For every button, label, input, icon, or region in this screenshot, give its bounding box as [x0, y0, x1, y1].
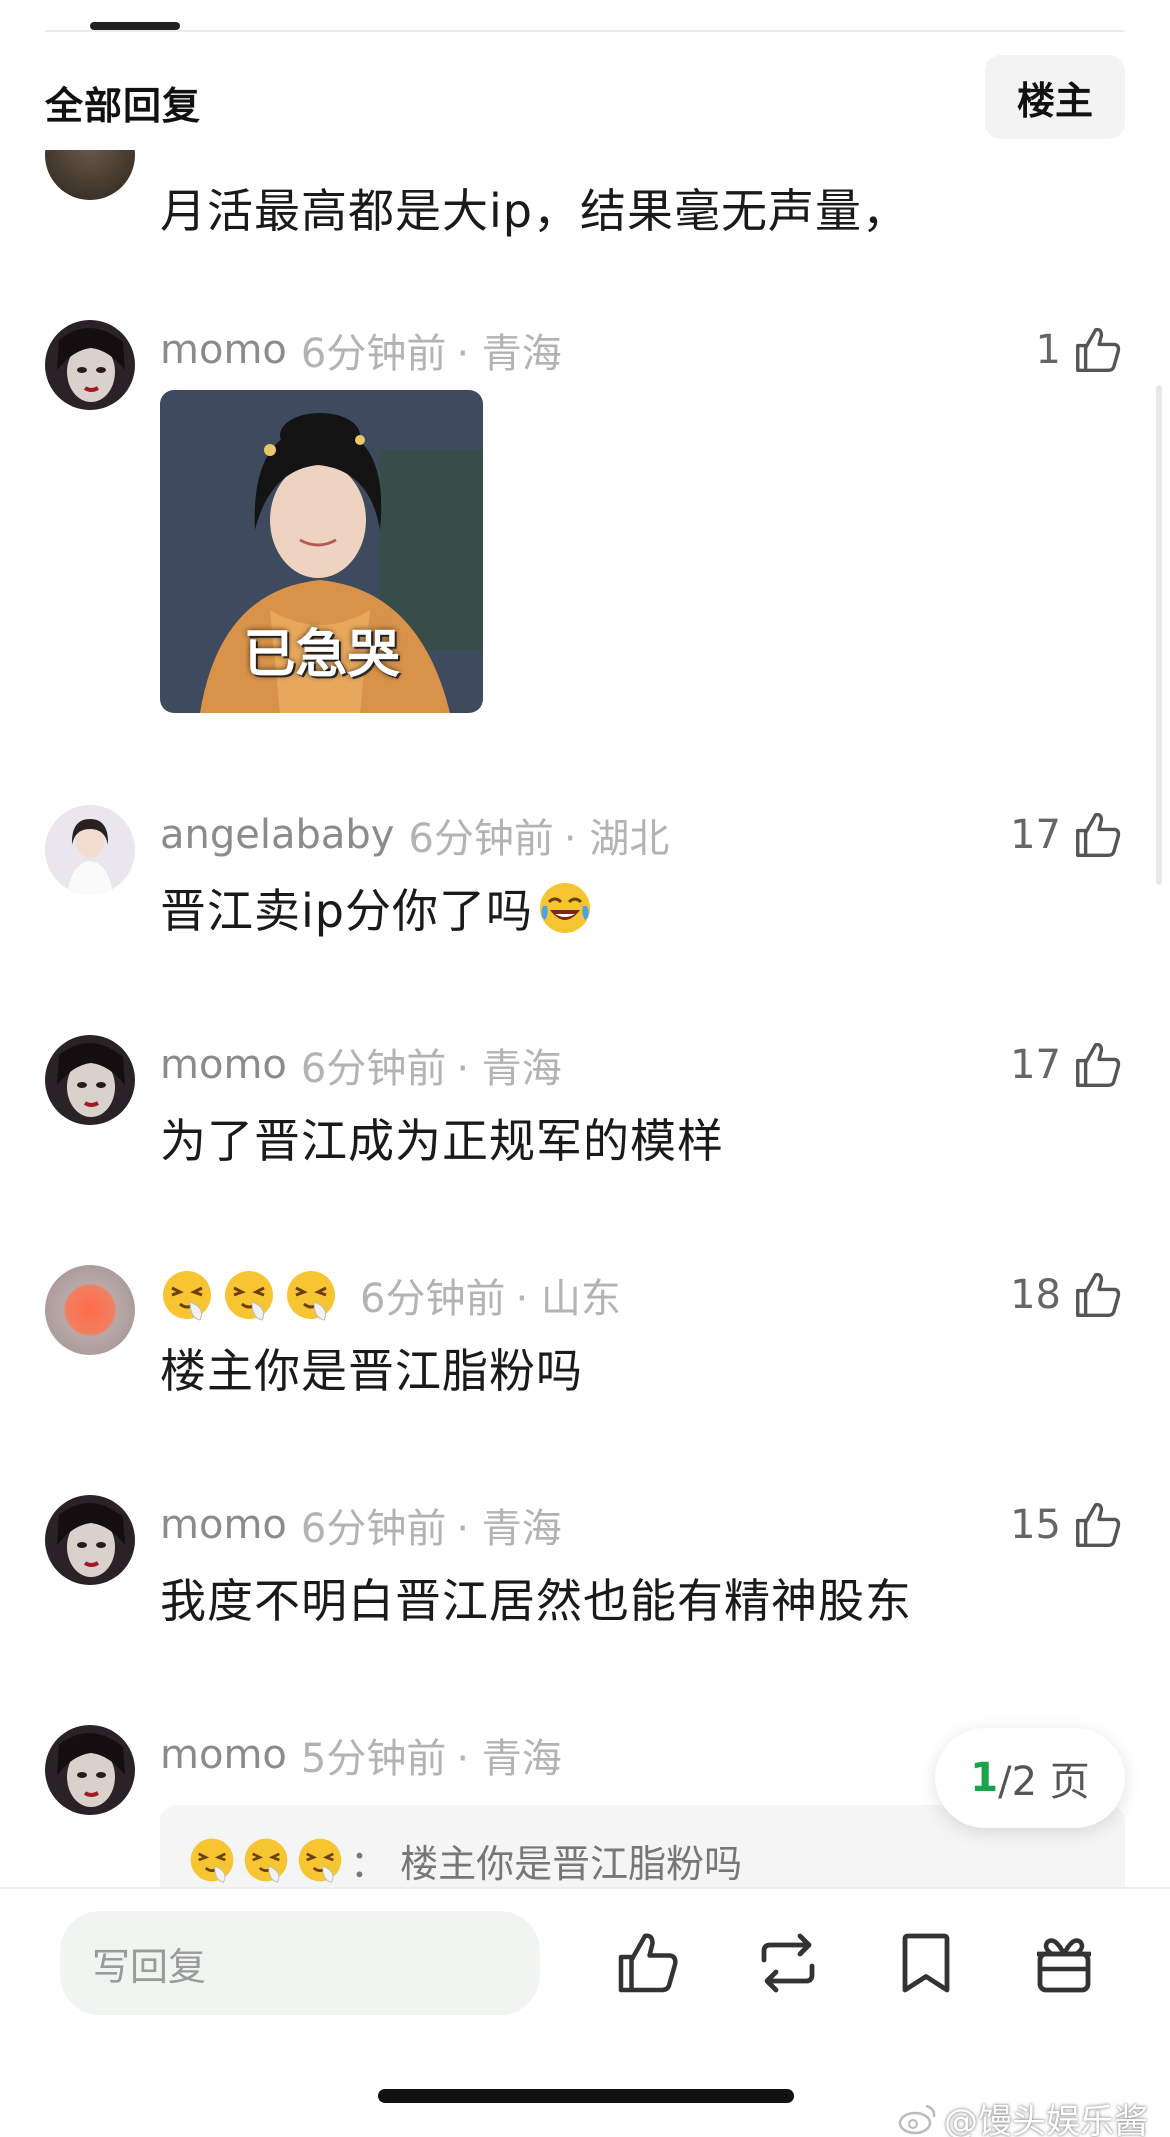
username[interactable]: momo	[160, 327, 287, 373]
current-page: 1	[970, 1755, 999, 1801]
comment-item: 月活最高都是大ip，结果毫无声量，	[0, 150, 1170, 250]
bookmark-icon[interactable]	[890, 1927, 962, 1999]
like-count: 15	[1010, 1502, 1061, 1548]
comment-text: 为了晋江成为正规军的模样	[160, 1114, 724, 1168]
avatar[interactable]	[45, 1265, 135, 1355]
avatar[interactable]	[45, 805, 135, 895]
like-button[interactable]: 1	[1036, 320, 1125, 380]
comment-meta: momo 6分钟前 · 青海	[160, 1035, 562, 1095]
avatar[interactable]	[45, 150, 135, 200]
thumbs-up-icon	[1076, 1502, 1121, 1547]
like-count: 17	[1010, 1042, 1061, 1088]
comment-item: angelababy 6分钟前 · 湖北 17 晋江卖ip分你了吗	[0, 805, 1170, 965]
sticker-image[interactable]: 已急哭	[160, 390, 483, 713]
timestamp: 6分钟前	[408, 816, 554, 862]
bottom-action-bar: 写回复 @馒头娱乐酱	[0, 1887, 1170, 2137]
like-count: 1	[1035, 327, 1061, 373]
divider	[45, 30, 1125, 32]
thumbs-up-icon[interactable]	[612, 1927, 684, 1999]
scrollbar[interactable]	[1156, 385, 1162, 885]
op-filter-button[interactable]: 楼主	[985, 55, 1125, 139]
like-count: 17	[1010, 812, 1061, 858]
comment-item: momo 6分钟前 · 青海 1 已急哭	[0, 320, 1170, 740]
watermark-text: @馒头娱乐酱	[944, 2102, 1148, 2137]
comment-text: 月活最高都是大ip，结果毫无声量，	[160, 184, 909, 238]
comment-meta: momo 6分钟前 · 青海	[160, 320, 562, 380]
thumbs-up-icon	[1076, 327, 1121, 372]
avatar[interactable]	[45, 1035, 135, 1125]
page-indicator[interactable]: 1 /2 页	[935, 1728, 1125, 1828]
like-button[interactable]: 17	[1010, 805, 1125, 865]
laugh-cry-emoji-icon	[539, 883, 590, 933]
gift-icon[interactable]	[1028, 1927, 1100, 1999]
reply-input[interactable]: 写回复	[60, 1911, 540, 2015]
like-button[interactable]: 17	[1010, 1035, 1125, 1095]
total-pages: /2 页	[998, 1759, 1090, 1805]
sneezing-face-emoji-icon	[244, 1838, 288, 1883]
like-button[interactable]: 18	[1010, 1265, 1125, 1325]
timestamp: 6分钟前	[300, 1506, 447, 1552]
comment-item: momo 6分钟前 · 青海 17 为了晋江成为正规军的模样	[0, 1035, 1170, 1195]
comment-item: 6分钟前 · 山东 18 楼主你是晋江脂粉吗	[0, 1265, 1170, 1425]
location: · 青海	[456, 331, 562, 377]
comment-item: momo 6分钟前 · 青海 15 我度不明白晋江居然也能有精神股东	[0, 1495, 1170, 1655]
username[interactable]: momo	[160, 1732, 287, 1778]
page-title: 全部回复	[45, 84, 202, 128]
thumbs-up-icon	[1076, 812, 1121, 857]
thumbs-up-icon	[1076, 1042, 1121, 1087]
location: · 青海	[456, 1506, 562, 1552]
timestamp: 6分钟前	[300, 331, 447, 377]
watermark: @馒头娱乐酱	[898, 2094, 1148, 2137]
comment-meta: momo 6分钟前 · 青海	[160, 1495, 562, 1555]
comment-text-row: 晋江卖ip分你了吗	[160, 875, 593, 941]
repost-icon[interactable]	[752, 1927, 824, 1999]
comment-text: 楼主你是晋江脂粉吗	[160, 1344, 583, 1398]
tab-indicator	[90, 22, 180, 30]
timestamp: 5分钟前	[300, 1736, 447, 1782]
location: · 青海	[456, 1736, 562, 1782]
sneezing-face-emoji-icon	[163, 1271, 211, 1321]
comment-text: 晋江卖ip分你了吗	[160, 884, 533, 938]
timestamp: 6分钟前	[360, 1276, 506, 1322]
username[interactable]: momo	[160, 1042, 287, 1088]
quoted-text: ： 楼主你是晋江脂粉吗	[350, 1841, 743, 1886]
thumbs-up-icon	[1076, 1272, 1121, 1317]
sneezing-face-emoji-icon	[298, 1838, 342, 1883]
username[interactable]: momo	[160, 1502, 287, 1548]
sneezing-face-emoji-icon	[190, 1838, 234, 1883]
comment-text: 我度不明白晋江居然也能有精神股东	[160, 1574, 912, 1628]
home-indicator	[378, 2089, 794, 2103]
username[interactable]: angelababy	[160, 812, 394, 858]
like-button[interactable]: 15	[1010, 1495, 1125, 1555]
comment-feed: 月活最高都是大ip，结果毫无声量， momo 6分钟前 · 青海 1 已急哭 a…	[0, 150, 1170, 1887]
comment-meta: angelababy 6分钟前 · 湖北	[160, 805, 669, 865]
avatar[interactable]	[45, 1725, 135, 1815]
location: · 山东	[515, 1276, 621, 1322]
avatar[interactable]	[45, 1495, 135, 1585]
weibo-logo-icon	[898, 2104, 936, 2134]
location: · 湖北	[563, 816, 670, 862]
like-count: 18	[1010, 1272, 1061, 1318]
sneezing-face-emoji-icon	[225, 1271, 273, 1321]
sneezing-face-emoji-icon	[287, 1271, 335, 1321]
comment-meta: momo 5分钟前 · 青海	[160, 1725, 562, 1785]
sticker-caption: 已急哭	[243, 625, 400, 685]
avatar[interactable]	[45, 320, 135, 410]
replies-header: 全部回复 楼主	[0, 55, 1170, 139]
comment-meta: 6分钟前 · 山东	[160, 1265, 621, 1325]
timestamp: 6分钟前	[300, 1046, 447, 1092]
location: · 青海	[456, 1046, 562, 1092]
